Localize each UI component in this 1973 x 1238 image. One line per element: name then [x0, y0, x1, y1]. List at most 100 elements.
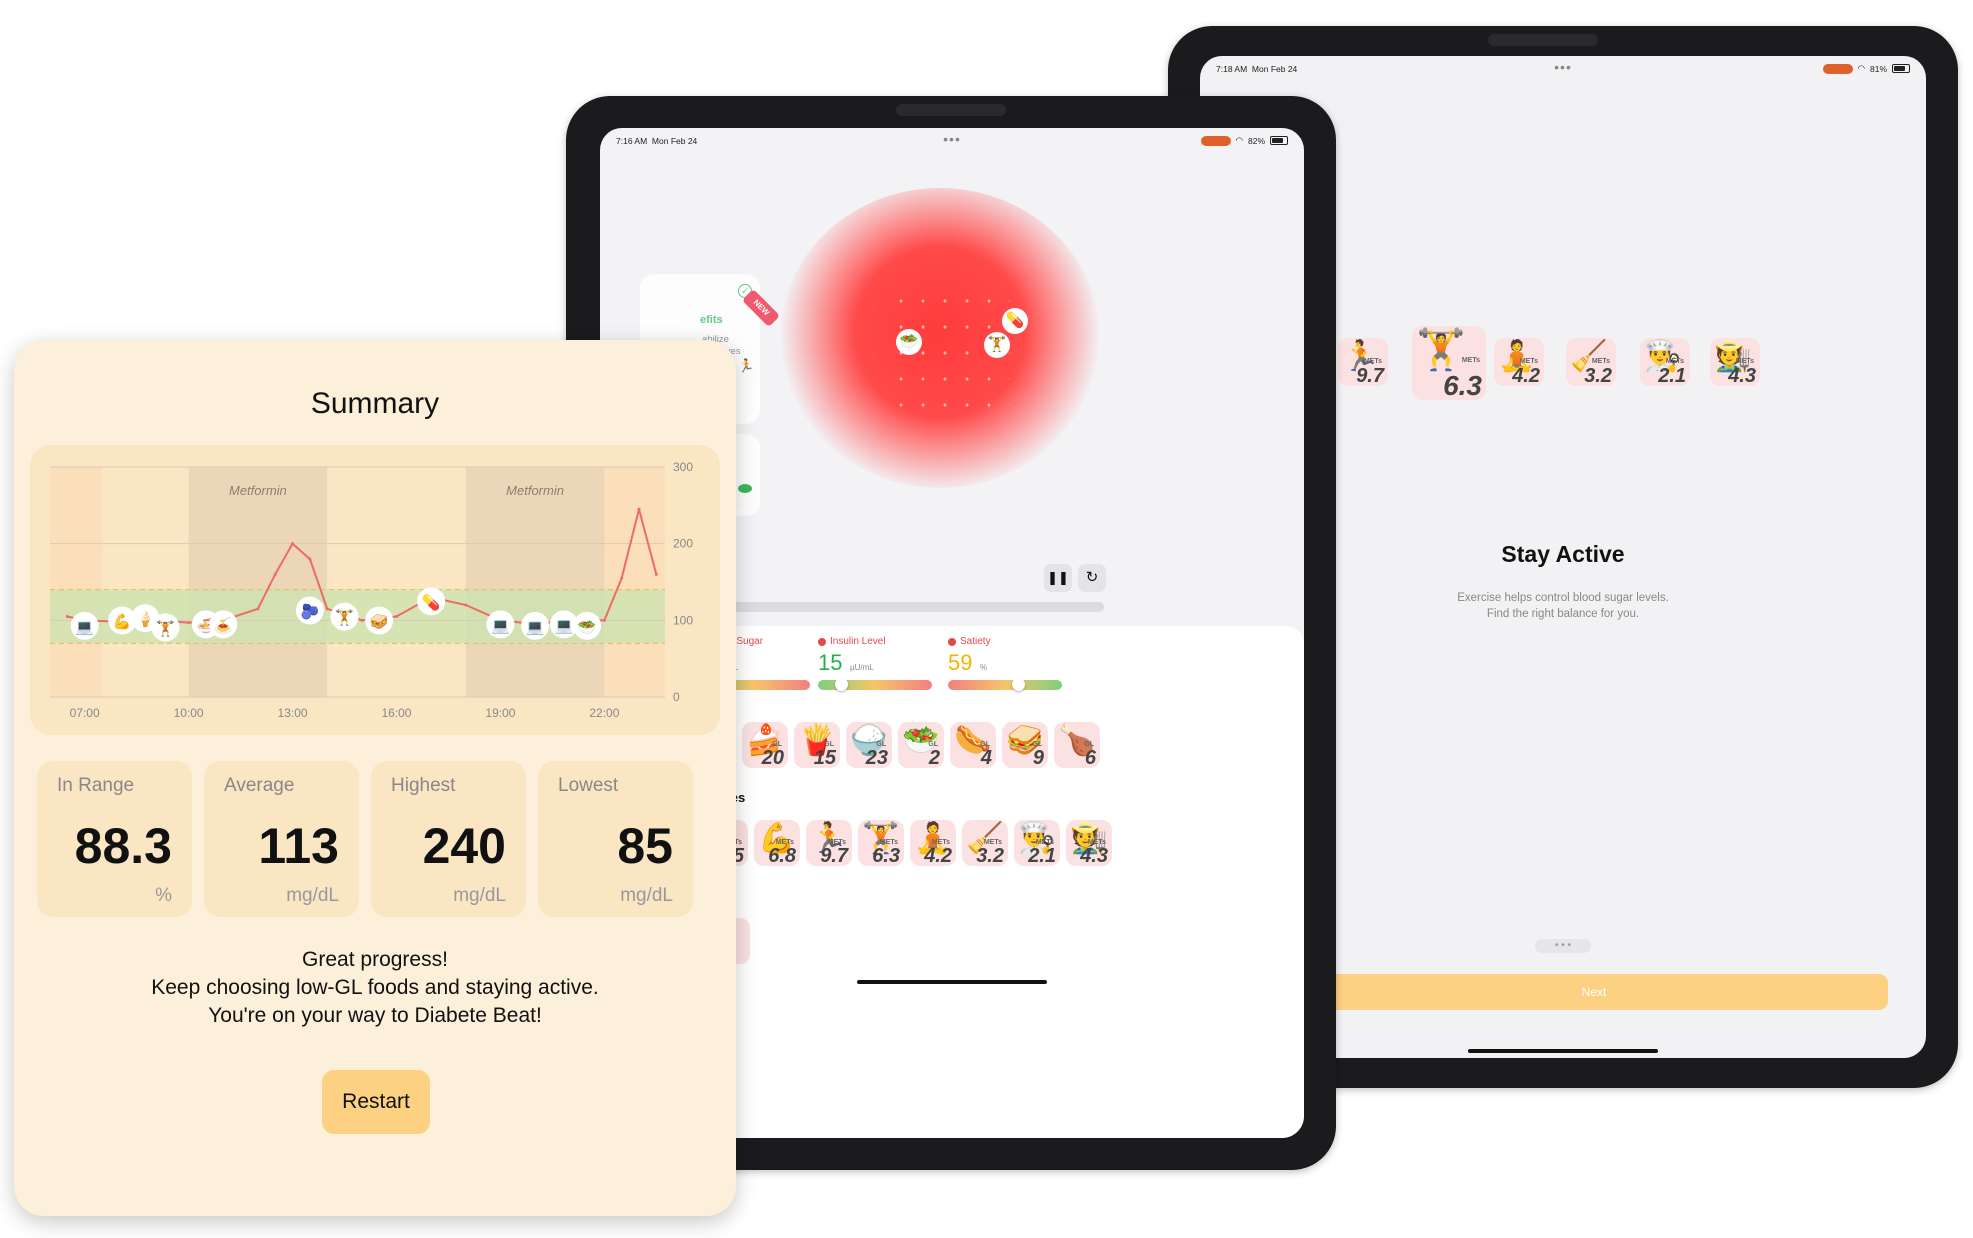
event-marker-icon: 🍝 [214, 616, 233, 634]
event-marker-icon: 🏋️ [335, 609, 354, 627]
message-line-3: You're on your way to Diabete Beat! [208, 1004, 542, 1027]
gauge-bar [948, 680, 1062, 690]
food-tile[interactable]: 🌭 GL 4 [950, 722, 996, 769]
event-marker-icon: 🫐 [301, 603, 320, 621]
x-tick-label: 13:00 [278, 706, 308, 720]
message-line-1: Great progress! [302, 948, 448, 971]
glucose-point [464, 603, 468, 607]
runner-icon: 🏃 [738, 358, 755, 373]
glucose-point [654, 572, 658, 576]
event-marker-icon: 🥪 [370, 614, 389, 631]
stat-card: Lowest 85 mg/dL [538, 761, 693, 917]
next-button-label: Next [1581, 985, 1607, 999]
battery-icon [1892, 64, 1910, 73]
gauge-knob [1011, 678, 1025, 691]
glucose-point [602, 618, 606, 622]
glucose-point [325, 607, 329, 611]
message-line-2: Keep choosing low-GL foods and staying a… [151, 976, 599, 999]
activity-tile[interactable]: 🧘 METs 4.2 [910, 820, 956, 867]
food-tile[interactable]: 🍰 GL 20 [742, 722, 788, 769]
stat-title: In Range [57, 775, 135, 796]
multitask-dots[interactable]: ••• [943, 131, 961, 147]
activity-tile[interactable]: 🏃 METs 9.7 [1338, 338, 1388, 387]
stat-card: Highest 240 mg/dL [371, 761, 526, 917]
page-indicator[interactable]: • • • [1535, 939, 1591, 953]
stat-unit: mg/dL [453, 885, 506, 906]
activity-tile[interactable]: 🏋️ METs 6.3 [1412, 326, 1486, 401]
restart-button-label: Restart [342, 1090, 410, 1113]
activity-tile[interactable]: 👨‍🍳 METs 2.1 [1640, 338, 1690, 387]
pill-particle-icon: 💊 [1002, 308, 1028, 334]
event-marker-icon: 💻 [526, 619, 545, 636]
item-value: 4.2 [1512, 365, 1540, 387]
item-value: 6.8 [768, 845, 796, 867]
activity-tile[interactable]: 🏋️ METs 6.3 [858, 820, 904, 867]
camera-notch [896, 104, 1006, 116]
home-indicator [1468, 1049, 1658, 1053]
gauge-unit: % [980, 663, 988, 672]
event-marker-icon: 🏋️ [156, 619, 175, 637]
activity-tile[interactable]: 🧹 METs 3.2 [1566, 338, 1616, 387]
item-value: 9.7 [820, 845, 848, 867]
stat-card: Average 113 mg/dL [204, 761, 359, 917]
multitask-dots[interactable]: ••• [1554, 59, 1572, 75]
glucose-point [256, 607, 260, 611]
wifi-icon: ◠ [1857, 63, 1865, 73]
y-tick-label: 200 [673, 537, 693, 551]
restart-icon[interactable]: ↻ [1078, 564, 1106, 592]
y-tick-label: 300 [673, 460, 693, 474]
recording-pill [1200, 135, 1231, 146]
item-value: 4 [980, 747, 992, 769]
battery-percent: 82% [1247, 135, 1265, 146]
activity-tile[interactable]: 🧑‍🌾 METs 4.3 [1066, 820, 1112, 867]
food-tile[interactable]: 🍗 GL 6 [1054, 722, 1100, 769]
activity-tile[interactable]: 👨‍🍳 METs 2.1 [1014, 820, 1060, 867]
item-value: 2 [928, 747, 940, 769]
gauge-label: Insulin Level [830, 636, 886, 647]
item-value: 3.2 [976, 845, 1004, 867]
food-tile[interactable]: 🍚 GL 23 [846, 722, 892, 769]
item-value: 2.1 [1658, 365, 1686, 387]
status-date: Mon Feb 24 [651, 136, 698, 146]
event-marker-icon: 💻 [75, 619, 94, 636]
med-band [465, 467, 605, 697]
stat-title: Average [224, 775, 295, 796]
salad-particle-icon: 🥗 [896, 329, 922, 355]
x-tick-label: 19:00 [485, 706, 515, 720]
food-tile[interactable]: 🍟 GL 15 [794, 722, 840, 769]
y-tick-label: 0 [673, 690, 680, 704]
green-disc-icon [738, 484, 752, 493]
status-time: 7:16 AM [616, 136, 648, 146]
stat-unit: % [155, 885, 172, 906]
activity-tile[interactable]: 🧑‍🌾 METs 4.3 [1710, 338, 1760, 387]
item-value: 15 [813, 747, 836, 769]
glucose-chart: Metformin Metformin 300 200 100 0 07:00 10:00 13… [30, 445, 720, 735]
item-value: 4.2 [924, 845, 952, 867]
food-tile[interactable]: 🥗 GL 2 [898, 722, 944, 769]
x-tick-label: 10:00 [174, 706, 204, 720]
pause-button[interactable]: ❚❚ [1044, 564, 1072, 592]
item-value: 20 [761, 747, 784, 769]
status-time: 7:18 AM [1216, 64, 1248, 74]
restart-button[interactable]: Restart [322, 1070, 430, 1134]
med-band-label: Metformin [229, 483, 287, 498]
activity-tile[interactable]: 🧘 METs 4.2 [1494, 338, 1544, 387]
stat-value: 85 [617, 818, 673, 874]
activity-tile[interactable]: 🏃 METs 9.7 [806, 820, 852, 867]
stat-unit: mg/dL [286, 885, 339, 906]
activity-tile[interactable]: 🧹 METs 3.2 [962, 820, 1008, 867]
event-marker-icon: 🥗 [578, 619, 597, 636]
gauge-label: Satiety [960, 636, 991, 647]
gauge-unit: µU/mL [850, 663, 874, 672]
gauge-value: 15 [818, 650, 843, 675]
food-tile[interactable]: 🥪 GL 9 [1002, 722, 1048, 769]
activity-tile[interactable]: 💪METs6.8 [754, 820, 800, 867]
item-value: 6.3 [872, 845, 900, 867]
event-marker-icon: 💊 [422, 592, 441, 611]
stat-title: Lowest [558, 775, 619, 796]
next-button[interactable]: Next [1300, 974, 1888, 1010]
stat-unit: mg/dL [620, 885, 673, 906]
item-value: 4.3 [1080, 845, 1108, 867]
stat-value: 113 [258, 818, 339, 874]
glucose-point [291, 542, 295, 546]
